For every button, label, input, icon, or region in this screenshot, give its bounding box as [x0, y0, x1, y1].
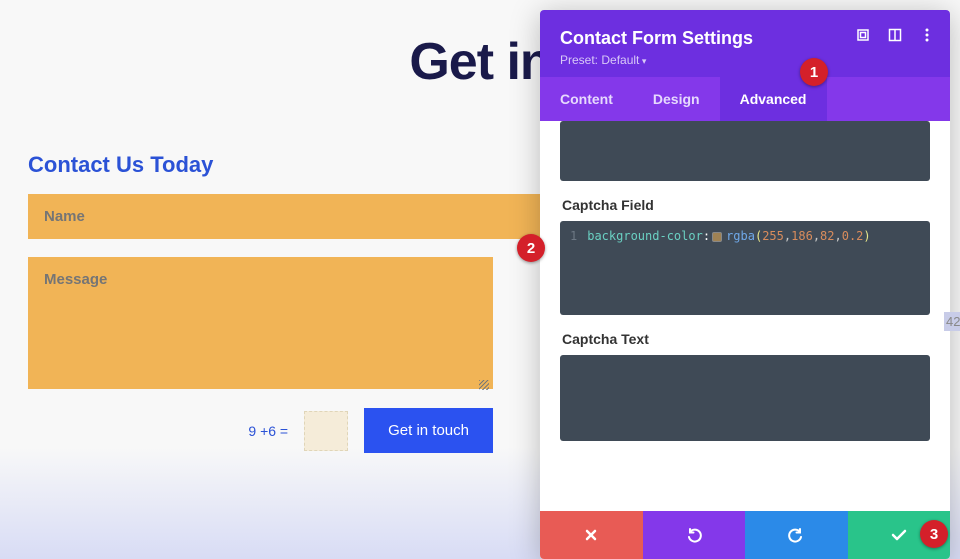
expand-icon[interactable] — [856, 28, 870, 42]
message-field[interactable] — [28, 257, 493, 389]
resize-handle-icon[interactable] — [479, 380, 489, 390]
comma2: , — [813, 229, 820, 243]
tab-design[interactable]: Design — [633, 77, 720, 121]
undo-button[interactable] — [643, 511, 746, 559]
preset-dropdown[interactable]: Preset: Default — [560, 53, 930, 67]
captcha-input[interactable] — [304, 411, 348, 451]
redo-button[interactable] — [745, 511, 848, 559]
panel-tabs: Content Design Advanced — [540, 77, 950, 121]
val3: 82 — [820, 229, 834, 243]
css-func: rgba — [726, 229, 755, 243]
captcha-field-code[interactable]: 1background-color:rgba(255,186,82,0.2) — [560, 221, 930, 315]
val1: 255 — [762, 229, 784, 243]
annotation-badge-3: 3 — [920, 520, 948, 548]
val2: 186 — [791, 229, 813, 243]
panel-footer — [540, 511, 950, 559]
captcha-text-label: Captcha Text — [562, 331, 930, 347]
val4: 0.2 — [842, 229, 864, 243]
panel-header: Contact Form Settings Preset: Default — [540, 10, 950, 77]
code-box-prev[interactable] — [560, 121, 930, 181]
css-colon: : — [703, 229, 710, 243]
submit-button[interactable]: Get in touch — [364, 408, 493, 453]
tab-content[interactable]: Content — [540, 77, 633, 121]
cancel-button[interactable] — [540, 511, 643, 559]
line-number: 1 — [570, 229, 577, 243]
annotation-badge-1: 1 — [800, 58, 828, 86]
captcha-field-label: Captcha Field — [562, 197, 930, 213]
close-paren: ) — [863, 229, 870, 243]
comma3: , — [835, 229, 842, 243]
layout-icon[interactable] — [888, 28, 902, 42]
captcha-math: 9 +6 = — [248, 423, 288, 439]
color-swatch-icon — [712, 232, 722, 242]
panel-body: Captcha Field 1background-color:rgba(255… — [540, 121, 950, 511]
captcha-text-code[interactable] — [560, 355, 930, 441]
side-number: 42 — [944, 312, 960, 331]
css-property: background-color — [587, 229, 703, 243]
annotation-badge-2: 2 — [517, 234, 545, 262]
more-icon[interactable] — [920, 28, 934, 42]
settings-panel: Contact Form Settings Preset: Default Co… — [540, 10, 950, 559]
